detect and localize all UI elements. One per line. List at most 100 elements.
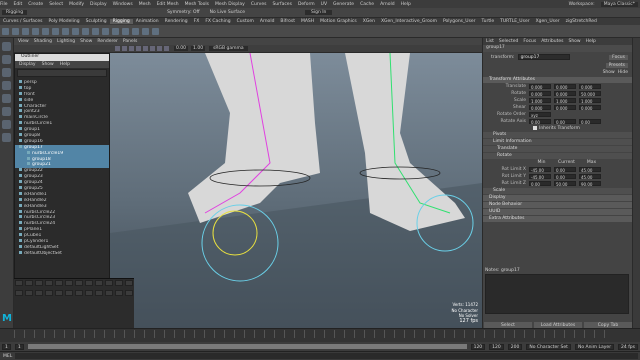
shelf-tab[interactable]: Polygons_User [440,19,479,24]
attr-menu-item[interactable]: Help [586,39,596,44]
transform-value-field[interactable]: 1.000 [554,97,576,104]
layout-four-icon[interactable] [2,133,11,142]
move-tool-icon[interactable] [2,81,11,90]
shelf-tab[interactable]: Rendering [162,19,191,24]
menu-item[interactable]: Arnold [380,2,395,7]
transform-value-field[interactable]: 0.000 [554,83,576,90]
rot-limit-field[interactable]: 45.00 [579,166,601,173]
rotate-tool-icon[interactable] [2,94,11,103]
attr-menu-item[interactable]: Attributes [541,39,563,44]
attr-menu-item[interactable]: List [486,39,494,44]
menu-item[interactable]: Create [28,2,43,7]
viewport-menu-item[interactable]: Shading [34,39,52,44]
menu-item[interactable]: Mesh Tools [185,2,209,7]
menu-item[interactable]: Help [401,2,411,7]
side-tabs[interactable] [632,38,640,330]
menu-item[interactable]: Display [90,2,107,7]
quick-rig-icon[interactable] [151,27,159,35]
attr-menu-item[interactable]: Focus [523,39,536,44]
menu-item[interactable]: Deform [298,2,315,7]
ik-spline-icon[interactable] [21,27,29,35]
rot-limit-field[interactable]: 0.00 [554,173,576,180]
mode-dropdown[interactable]: Rigging [2,10,28,15]
range-start-field[interactable]: 1 [14,343,24,350]
menu-item[interactable]: Modify [69,2,84,7]
section-pivots[interactable]: Pivots [483,132,632,138]
shelf-tab[interactable]: Sculpting [83,19,110,24]
attr-menu-item[interactable]: Show [568,39,580,44]
presets-button[interactable]: Presets [605,63,628,68]
camera-icon[interactable] [115,46,120,51]
live-surface-label[interactable]: No Live Surface [210,10,245,15]
grid-icon[interactable] [122,46,127,51]
start-time-field[interactable]: 1 [2,343,11,350]
symmetry-dropdown[interactable]: Symmetry: Off [167,10,200,15]
section-display[interactable]: Display [483,195,632,201]
viewport-menu-item[interactable]: Renderer [97,39,118,44]
menu-item[interactable]: Edit [14,2,23,7]
menu-item[interactable]: Cache [360,2,374,7]
parent-constraint-icon[interactable] [101,27,109,35]
shelf-tab[interactable]: Curves / Surfaces [0,19,46,24]
fps-dropdown[interactable]: 24 fps [618,343,638,350]
viewport-menu-item[interactable]: Show [80,39,92,44]
section-scale[interactable]: Scale [483,188,632,194]
pole-vector-icon[interactable] [111,27,119,35]
point-constraint-icon[interactable] [81,27,89,35]
lights-icon[interactable] [150,46,155,51]
rot-limit-field[interactable]: 0.00 [554,166,576,173]
transform-value-field[interactable]: 0.000 [579,83,601,90]
cluster-icon[interactable] [51,27,59,35]
transform-value-field[interactable]: 0.00 [554,118,576,125]
menu-item[interactable]: Curves [251,2,267,7]
command-input[interactable] [15,353,638,359]
notes-textarea[interactable] [485,274,629,314]
viewport-3d[interactable]: Verts: 11472 No Character No Solver 127 … [110,53,482,328]
menu-item[interactable]: UV [321,2,327,7]
range-max-field[interactable]: 200 [507,343,523,350]
transform-value-field[interactable]: 0.000 [529,90,551,97]
shelf-tab[interactable]: Poly Modeling [46,19,83,24]
transform-value-field[interactable]: 1.000 [579,97,601,104]
range-end2-field[interactable]: 120 [489,343,504,350]
bind-skin-icon[interactable] [31,27,39,35]
shelf-tab[interactable]: XGen_Interactive_Groom [378,19,440,24]
transform-value-field[interactable]: 0.000 [554,90,576,97]
transform-value-field[interactable]: 0.000 [529,83,551,90]
transform-value-field[interactable]: 50.000 [579,90,601,97]
transform-value-field[interactable]: xyz [529,111,551,118]
scale-tool-icon[interactable] [2,107,11,116]
section-translate[interactable]: Translate [483,146,632,152]
transform-value-field[interactable]: 0.000 [579,104,601,111]
section-limit-information[interactable]: Limit Information [483,139,632,145]
shelf-tab[interactable]: Bifrost [277,19,298,24]
workspace-dropdown[interactable]: Maya Classic* [600,1,638,7]
viewport-menu-item[interactable]: Lighting [57,39,75,44]
outliner-item[interactable]: defaultObjectSet [15,250,109,257]
shelf-tab[interactable]: FX [191,19,203,24]
shadows-icon[interactable] [157,46,162,51]
section-node-behavior[interactable]: Node Behavior [483,202,632,208]
menu-item[interactable]: Mesh [139,2,151,7]
shelf-tab[interactable]: Motion Graphics [317,19,360,24]
character-set-dropdown[interactable]: No Character Set [526,343,571,350]
attr-tab[interactable]: group17 [483,45,632,52]
menu-item[interactable]: File [0,2,8,7]
ik-handle-icon[interactable] [11,27,19,35]
menu-item[interactable]: Mesh Display [215,2,245,7]
paint-select-icon[interactable] [2,68,11,77]
transform-value-field[interactable]: 0.00 [579,118,601,125]
orient-constraint-icon[interactable] [91,27,99,35]
joint-tool-icon[interactable] [1,27,9,35]
command-language-label[interactable]: MEL [0,354,15,359]
show-button[interactable]: Show [603,70,615,75]
color-space-dropdown[interactable]: sRGB gamma [209,46,248,51]
select-tool-icon[interactable] [2,42,11,51]
transform-value-field[interactable]: 0.000 [554,104,576,111]
menu-item[interactable]: Surfaces [272,2,292,7]
hik-icon[interactable] [141,27,149,35]
outliner-menu-item[interactable]: Help [60,62,70,67]
lasso-tool-icon[interactable] [2,55,11,64]
wireframe-icon[interactable] [129,46,134,51]
rot-limit-field[interactable]: 45.00 [579,173,601,180]
